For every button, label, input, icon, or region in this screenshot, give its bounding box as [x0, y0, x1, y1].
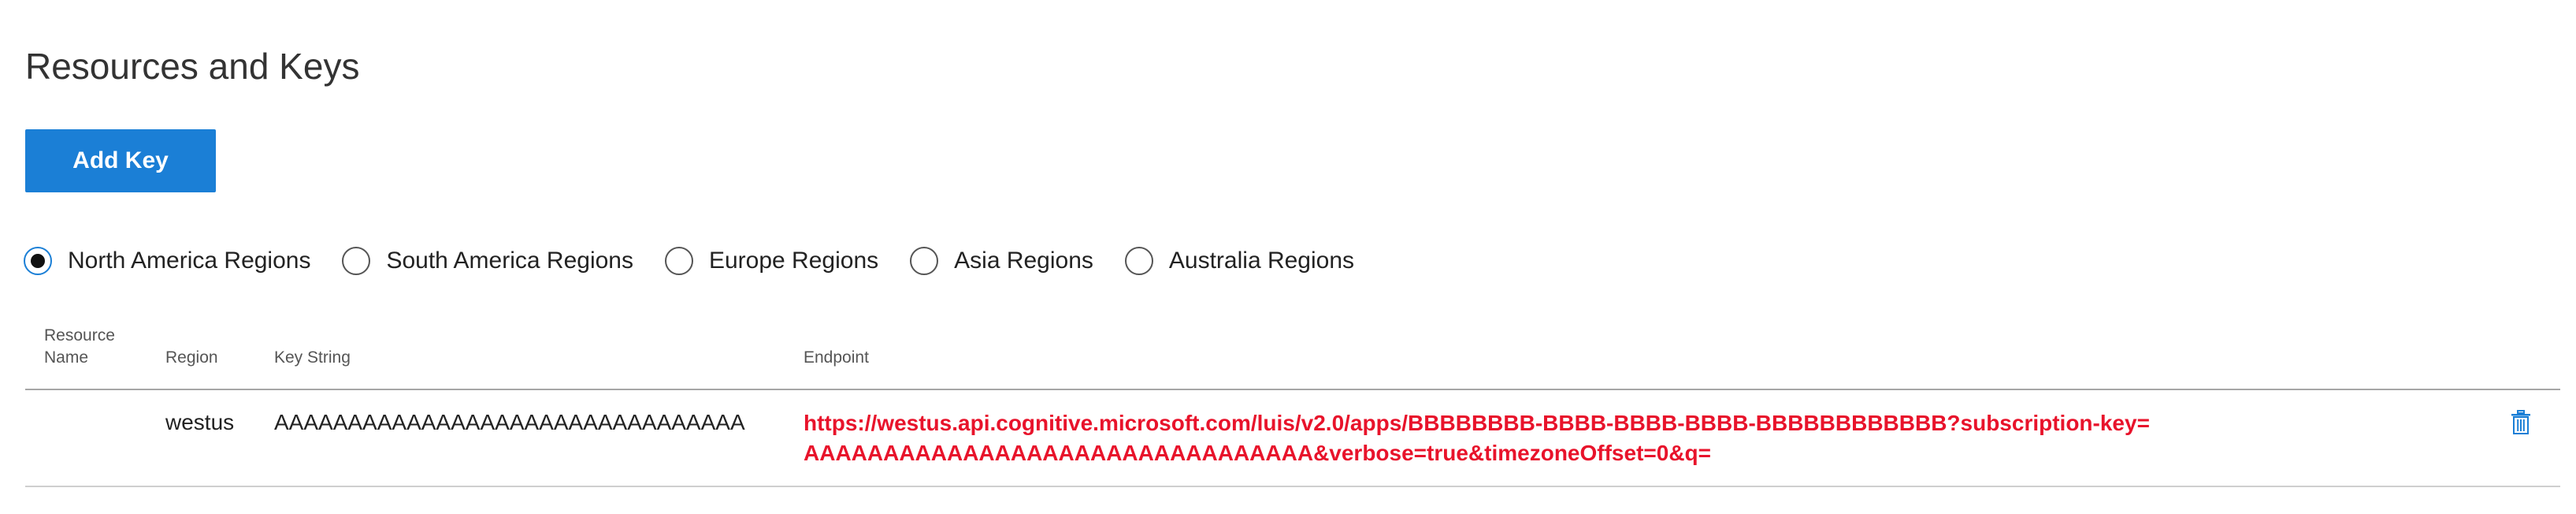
radio-unselected-icon[interactable]: [910, 247, 939, 275]
region-option-label: Australia Regions: [1168, 248, 1355, 274]
page-title: Resources and Keys: [25, 46, 360, 87]
region-option-australia[interactable]: Australia Regions: [1124, 247, 1355, 275]
column-header-region: Region: [165, 348, 218, 367]
delete-key-button[interactable]: [2504, 405, 2538, 440]
table-header-divider: [25, 389, 2560, 390]
region-option-label: Asia Regions: [954, 248, 1093, 274]
region-option-label: South America Regions: [386, 248, 633, 274]
column-header-key-string: Key String: [274, 348, 351, 367]
region-option-north-america[interactable]: North America Regions: [24, 247, 310, 275]
add-key-button[interactable]: Add Key: [25, 129, 216, 192]
radio-unselected-icon[interactable]: [342, 247, 371, 275]
region-option-europe[interactable]: Europe Regions: [664, 247, 879, 275]
endpoint-link[interactable]: https://westus.api.cognitive.microsoft.c…: [804, 408, 2158, 468]
table-row-divider: [25, 486, 2560, 487]
column-header-endpoint: Endpoint: [804, 348, 869, 367]
radio-unselected-icon[interactable]: [1124, 247, 1153, 275]
radio-unselected-icon[interactable]: [664, 247, 693, 275]
region-radio-group: North America Regions South America Regi…: [24, 241, 1386, 281]
region-option-south-america[interactable]: South America Regions: [342, 247, 633, 275]
region-option-label: North America Regions: [68, 248, 311, 274]
trash-icon: [2511, 410, 2530, 434]
cell-key-string: AAAAAAAAAAAAAAAAAAAAAAAAAAAAAAAA: [274, 410, 745, 434]
column-header-resource-name: Resource Name: [44, 326, 115, 367]
cell-region: westus: [165, 410, 235, 434]
region-option-label: Europe Regions: [708, 248, 879, 274]
radio-selected-icon[interactable]: [24, 247, 52, 275]
region-option-asia[interactable]: Asia Regions: [910, 247, 1093, 275]
